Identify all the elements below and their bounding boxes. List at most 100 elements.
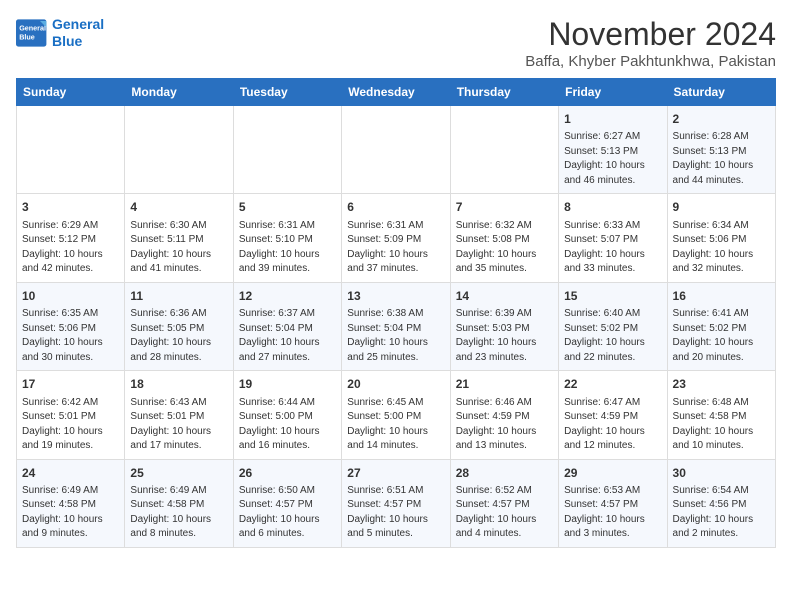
day-content: Sunrise: 6:42 AM Sunset: 5:01 PM Dayligh… <box>22 396 119 454</box>
day-content: Sunrise: 6:54 AM Sunset: 4:56 PM Dayligh… <box>673 484 770 542</box>
day-number: 27 <box>347 465 444 482</box>
calendar-cell: 27 Sunrise: 6:51 AM Sunset: 4:57 PM Dayli… <box>342 459 450 547</box>
day-number: 29 <box>564 465 661 482</box>
calendar-cell: 6Sunrise: 6:31 AM Sunset: 5:09 PM Daylig… <box>342 194 450 282</box>
day-content: Sunrise: 6:33 AM Sunset: 5:07 PM Dayligh… <box>564 219 661 277</box>
day-content: Sunrise: 6:39 AM Sunset: 5:03 PM Dayligh… <box>456 307 553 365</box>
day-number: 14 <box>456 288 553 305</box>
day-number: 26 <box>239 465 336 482</box>
day-content: Sunrise: 6:34 AM Sunset: 5:06 PM Dayligh… <box>673 219 770 277</box>
column-header-monday: Monday <box>125 79 233 106</box>
day-content: Sunrise: 6:35 AM Sunset: 5:06 PM Dayligh… <box>22 307 119 365</box>
calendar-week-row: 24 Sunrise: 6:49 AM Sunset: 4:58 PM Dayli… <box>17 459 776 547</box>
day-content: Sunrise: 6:31 AM Sunset: 5:09 PM Dayligh… <box>347 219 444 277</box>
day-content: Sunrise: 6:44 AM Sunset: 5:00 PM Dayligh… <box>239 396 336 454</box>
page-header: General Blue General Blue November 2024 … <box>16 16 776 70</box>
day-content: Sunrise: 6:51 AM Sunset: 4:57 PM Dayligh… <box>347 484 444 542</box>
svg-text:General: General <box>19 23 46 32</box>
calendar-cell: 23 Sunrise: 6:48 AM Sunset: 4:58 PM Dayli… <box>667 371 775 459</box>
day-number: 17 <box>22 376 119 393</box>
day-number: 19 <box>239 376 336 393</box>
day-number: 30 <box>673 465 770 482</box>
calendar-cell: 13 Sunrise: 6:38 AM Sunset: 5:04 PM Dayli… <box>342 282 450 370</box>
column-header-thursday: Thursday <box>450 79 558 106</box>
calendar-cell: 20 Sunrise: 6:45 AM Sunset: 5:00 PM Dayli… <box>342 371 450 459</box>
calendar-cell: 9 Sunrise: 6:34 AM Sunset: 5:06 PM Daylig… <box>667 194 775 282</box>
day-content: Sunrise: 6:45 AM Sunset: 5:00 PM Dayligh… <box>347 396 444 454</box>
calendar-cell: 21 Sunrise: 6:46 AM Sunset: 4:59 PM Dayli… <box>450 371 558 459</box>
calendar-cell: 2Sunrise: 6:28 AM Sunset: 5:13 PM Daylig… <box>667 106 775 194</box>
day-content: Sunrise: 6:53 AM Sunset: 4:57 PM Dayligh… <box>564 484 661 542</box>
day-content: Sunrise: 6:50 AM Sunset: 4:57 PM Dayligh… <box>239 484 336 542</box>
day-number: 25 <box>130 465 227 482</box>
calendar-cell: 30 Sunrise: 6:54 AM Sunset: 4:56 PM Dayli… <box>667 459 775 547</box>
calendar-cell: 4 Sunrise: 6:30 AM Sunset: 5:11 PM Daylig… <box>125 194 233 282</box>
calendar-week-row: 10Sunrise: 6:35 AM Sunset: 5:06 PM Dayli… <box>17 282 776 370</box>
month-title: November 2024 <box>525 16 776 53</box>
calendar-cell: 17 Sunrise: 6:42 AM Sunset: 5:01 PM Dayli… <box>17 371 125 459</box>
calendar-header-row: SundayMondayTuesdayWednesdayThursdayFrid… <box>17 79 776 106</box>
calendar-cell: 10Sunrise: 6:35 AM Sunset: 5:06 PM Dayli… <box>17 282 125 370</box>
calendar-cell <box>125 106 233 194</box>
calendar-cell: 15 Sunrise: 6:40 AM Sunset: 5:02 PM Dayli… <box>559 282 667 370</box>
day-number: 16 <box>673 288 770 305</box>
day-content: Sunrise: 6:37 AM Sunset: 5:04 PM Dayligh… <box>239 307 336 365</box>
calendar-cell <box>342 106 450 194</box>
day-number: 24 <box>22 465 119 482</box>
day-content: Sunrise: 6:27 AM Sunset: 5:13 PM Dayligh… <box>564 130 661 188</box>
calendar-cell: 22 Sunrise: 6:47 AM Sunset: 4:59 PM Dayli… <box>559 371 667 459</box>
day-number: 18 <box>130 376 227 393</box>
calendar-cell: 14 Sunrise: 6:39 AM Sunset: 5:03 PM Dayli… <box>450 282 558 370</box>
day-content: Sunrise: 6:47 AM Sunset: 4:59 PM Dayligh… <box>564 396 661 454</box>
day-content: Sunrise: 6:49 AM Sunset: 4:58 PM Dayligh… <box>130 484 227 542</box>
day-number: 11 <box>130 288 227 305</box>
day-content: Sunrise: 6:48 AM Sunset: 4:58 PM Dayligh… <box>673 396 770 454</box>
logo-text: General Blue <box>52 16 104 50</box>
day-content: Sunrise: 6:31 AM Sunset: 5:10 PM Dayligh… <box>239 219 336 277</box>
day-content: Sunrise: 6:40 AM Sunset: 5:02 PM Dayligh… <box>564 307 661 365</box>
day-number: 23 <box>673 376 770 393</box>
calendar-cell <box>450 106 558 194</box>
calendar-cell: 26 Sunrise: 6:50 AM Sunset: 4:57 PM Dayli… <box>233 459 341 547</box>
calendar-cell: 19 Sunrise: 6:44 AM Sunset: 5:00 PM Dayli… <box>233 371 341 459</box>
day-number: 13 <box>347 288 444 305</box>
logo: General Blue General Blue <box>16 16 104 50</box>
day-number: 8 <box>564 199 661 216</box>
day-number: 15 <box>564 288 661 305</box>
day-content: Sunrise: 6:46 AM Sunset: 4:59 PM Dayligh… <box>456 396 553 454</box>
day-content: Sunrise: 6:49 AM Sunset: 4:58 PM Dayligh… <box>22 484 119 542</box>
day-number: 20 <box>347 376 444 393</box>
day-number: 12 <box>239 288 336 305</box>
day-number: 1 <box>564 111 661 128</box>
calendar-cell: 28Sunrise: 6:52 AM Sunset: 4:57 PM Dayli… <box>450 459 558 547</box>
column-header-tuesday: Tuesday <box>233 79 341 106</box>
calendar-cell: 24 Sunrise: 6:49 AM Sunset: 4:58 PM Dayli… <box>17 459 125 547</box>
day-number: 4 <box>130 199 227 216</box>
calendar-cell: 1 Sunrise: 6:27 AM Sunset: 5:13 PM Daylig… <box>559 106 667 194</box>
day-number: 5 <box>239 199 336 216</box>
column-header-friday: Friday <box>559 79 667 106</box>
day-number: 3 <box>22 199 119 216</box>
column-header-wednesday: Wednesday <box>342 79 450 106</box>
day-number: 22 <box>564 376 661 393</box>
day-content: Sunrise: 6:38 AM Sunset: 5:04 PM Dayligh… <box>347 307 444 365</box>
calendar-cell: 3Sunrise: 6:29 AM Sunset: 5:12 PM Daylig… <box>17 194 125 282</box>
calendar-cell: 18Sunrise: 6:43 AM Sunset: 5:01 PM Dayli… <box>125 371 233 459</box>
calendar-cell: 5 Sunrise: 6:31 AM Sunset: 5:10 PM Daylig… <box>233 194 341 282</box>
logo-icon: General Blue <box>16 19 48 47</box>
day-number: 9 <box>673 199 770 216</box>
column-header-saturday: Saturday <box>667 79 775 106</box>
calendar-week-row: 1 Sunrise: 6:27 AM Sunset: 5:13 PM Daylig… <box>17 106 776 194</box>
day-number: 2 <box>673 111 770 128</box>
calendar-week-row: 3Sunrise: 6:29 AM Sunset: 5:12 PM Daylig… <box>17 194 776 282</box>
calendar-cell: 16 Sunrise: 6:41 AM Sunset: 5:02 PM Dayli… <box>667 282 775 370</box>
day-number: 21 <box>456 376 553 393</box>
calendar-cell: 25 Sunrise: 6:49 AM Sunset: 4:58 PM Dayli… <box>125 459 233 547</box>
svg-text:Blue: Blue <box>19 32 35 41</box>
calendar-cell: 29 Sunrise: 6:53 AM Sunset: 4:57 PM Dayli… <box>559 459 667 547</box>
calendar-cell: 8 Sunrise: 6:33 AM Sunset: 5:07 PM Daylig… <box>559 194 667 282</box>
day-content: Sunrise: 6:32 AM Sunset: 5:08 PM Dayligh… <box>456 219 553 277</box>
day-content: Sunrise: 6:30 AM Sunset: 5:11 PM Dayligh… <box>130 219 227 277</box>
calendar-cell: 7Sunrise: 6:32 AM Sunset: 5:08 PM Daylig… <box>450 194 558 282</box>
day-content: Sunrise: 6:41 AM Sunset: 5:02 PM Dayligh… <box>673 307 770 365</box>
